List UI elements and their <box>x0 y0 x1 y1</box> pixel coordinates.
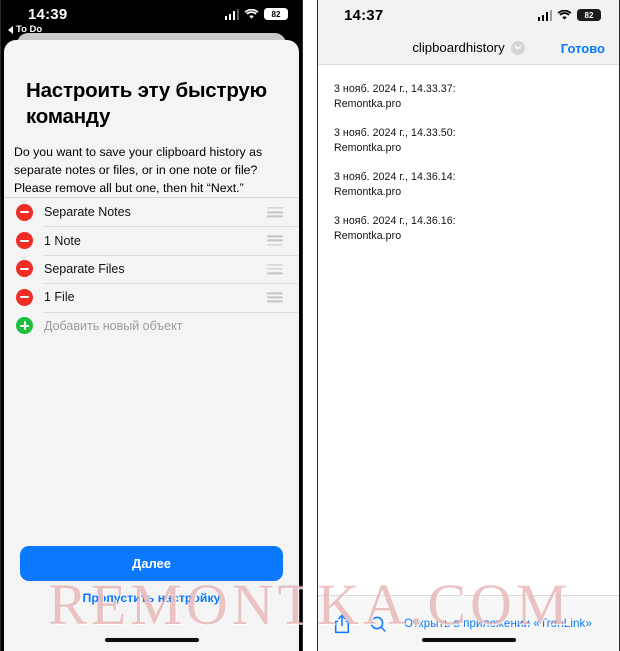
document-title: clipboardhistory <box>412 40 505 55</box>
cellular-bars-icon <box>224 8 239 20</box>
battery-percent: 82 <box>271 9 281 19</box>
search-icon[interactable] <box>368 613 388 635</box>
panel-gap <box>303 0 317 651</box>
drag-handle-icon[interactable] <box>267 205 283 220</box>
skip-setup-link[interactable]: Пропустить настройку <box>4 591 299 605</box>
bottom-toolbar: Открыть в приложении «TronLink» <box>318 595 619 651</box>
list-item: 3 нояб. 2024 г., 14.36.16: Remontka.pro <box>334 214 619 244</box>
chevron-down-icon[interactable] <box>510 40 525 55</box>
list-item-label: 1 Note <box>44 233 81 248</box>
remove-icon[interactable] <box>16 260 33 278</box>
document-body[interactable]: 3 нояб. 2024 г., 14.33.37: Remontka.pro … <box>318 65 619 595</box>
remove-icon[interactable] <box>16 203 33 221</box>
right-status-time: 14:37 <box>344 7 384 24</box>
page-title: Настроить эту быструю команду <box>26 79 267 129</box>
options-list: Separate Notes 1 Note Separate Files 1 F… <box>4 197 299 340</box>
entry-timestamp: 3 нояб. 2024 г., 14.36.14: <box>334 171 456 184</box>
entry-text: Remontka.pro <box>334 142 402 155</box>
drag-handle-icon[interactable] <box>267 290 283 305</box>
right-status-indicators: 82 <box>537 9 604 21</box>
home-indicator <box>104 637 199 642</box>
left-status-time: 14:39 <box>28 6 68 23</box>
entry-timestamp: 3 нояб. 2024 г., 14.33.37: <box>334 83 456 95</box>
list-item-label: Separate Notes <box>44 205 131 220</box>
battery-percent: 82 <box>584 10 594 20</box>
entry-timestamp: 3 нояб. 2024 г., 14.36.16: <box>334 215 456 228</box>
entry-text: Remontka.pro <box>334 98 402 111</box>
remove-icon[interactable] <box>16 232 33 250</box>
list-item[interactable]: 1 File <box>4 283 299 311</box>
battery-icon: 82 <box>577 9 604 21</box>
left-phone-frame: 14:39 To Do 82 Настроить эту быструю ком… <box>0 0 303 651</box>
next-button[interactable]: Далее <box>20 546 283 581</box>
list-item[interactable]: 1 Note <box>4 226 299 254</box>
right-nav-bar: clipboardhistory Готово <box>318 34 619 65</box>
list-item-label: Separate Files <box>44 261 125 276</box>
back-triangle-icon <box>8 25 13 34</box>
sheet-description: Do you want to save your clipboard histo… <box>14 145 263 196</box>
left-status-indicators: 82 <box>224 8 291 20</box>
list-item: 3 нояб. 2024 г., 14.33.37: Remontka.pro <box>334 82 619 112</box>
right-phone-frame: 14:37 82 clipboardhistory Готово 3 нояб.… <box>317 0 620 651</box>
wifi-icon <box>557 9 572 21</box>
entry-text: Remontka.pro <box>334 186 402 199</box>
wifi-icon <box>244 8 259 20</box>
list-item: 3 нояб. 2024 г., 14.33.50: Remontka.pro <box>334 126 619 156</box>
battery-icon: 82 <box>264 8 291 20</box>
remove-icon[interactable] <box>16 288 33 306</box>
open-in-app-link[interactable]: Открыть в приложении «TronLink» <box>404 617 592 630</box>
list-item-label: 1 File <box>44 290 75 305</box>
add-icon[interactable] <box>16 317 33 335</box>
list-item: 3 нояб. 2024 г., 14.36.14: Remontka.pro <box>334 170 619 200</box>
share-icon[interactable] <box>332 613 352 635</box>
done-button[interactable]: Готово <box>561 41 605 56</box>
setup-sheet: Настроить эту быструю команду Do you wan… <box>4 40 299 651</box>
entry-text: Remontka.pro <box>334 230 402 243</box>
screenshot-root: 14:39 To Do 82 Настроить эту быструю ком… <box>0 0 620 651</box>
add-new-item-row[interactable]: Добавить новый объект <box>4 311 299 340</box>
right-status-bar: 14:37 82 <box>318 0 619 34</box>
drag-handle-icon[interactable] <box>267 233 283 248</box>
entry-timestamp: 3 нояб. 2024 г., 14.33.50: <box>334 127 456 140</box>
drag-handle-icon[interactable] <box>267 261 283 276</box>
cellular-bars-icon <box>537 9 552 21</box>
add-new-item-label: Добавить новый объект <box>44 318 183 333</box>
list-item[interactable]: Separate Notes <box>4 198 299 226</box>
list-item[interactable]: Separate Files <box>4 254 299 283</box>
home-indicator <box>421 637 516 642</box>
